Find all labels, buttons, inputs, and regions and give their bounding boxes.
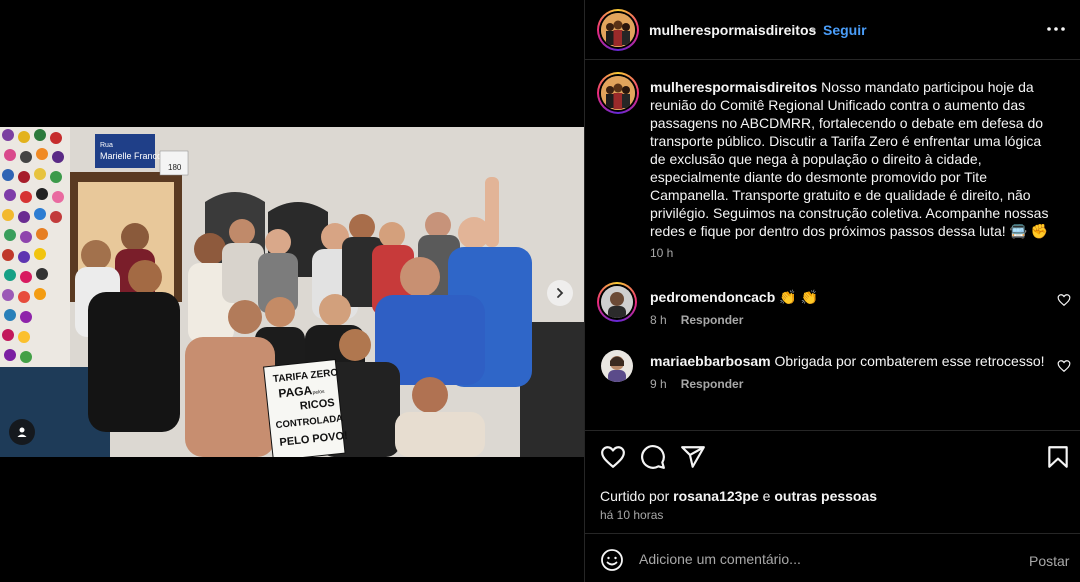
- comment-meta: 8 h Responder: [650, 313, 743, 327]
- author-username[interactable]: mulherespormaisdireitos: [649, 22, 816, 38]
- comment-time[interactable]: 8 h: [650, 313, 667, 327]
- comment-item: pedromendoncacb 👏 👏 8 h Responder: [585, 282, 1080, 342]
- carousel-next-button[interactable]: [547, 280, 573, 306]
- tagged-users-button[interactable]: [9, 419, 35, 445]
- comment-username[interactable]: mariaebbarbosam: [650, 353, 771, 369]
- comment-avatar-image: [601, 350, 633, 382]
- author-avatar-image: [601, 13, 635, 47]
- comment-text: mariaebbarbosam Obrigada por combaterem …: [650, 353, 1045, 369]
- add-comment-bar: Postar: [585, 533, 1080, 582]
- follow-button[interactable]: Seguir: [823, 22, 867, 38]
- post-comment-button[interactable]: Postar: [1029, 553, 1069, 569]
- emoji-icon[interactable]: [600, 548, 624, 572]
- comment-text: pedromendoncacb 👏 👏: [650, 289, 818, 306]
- like-comment-heart-icon[interactable]: [1057, 359, 1071, 373]
- comment-input[interactable]: [639, 548, 1009, 570]
- comment-item: mariaebbarbosam Obrigada por combaterem …: [585, 348, 1080, 408]
- reply-button[interactable]: Responder: [681, 377, 744, 391]
- likes-summary: Curtido por rosana123pe e outras pessoas: [600, 488, 877, 504]
- caption-text: mulherespormaisdireitos Nosso mandato pa…: [650, 78, 1050, 240]
- caption-timestamp[interactable]: 10 h: [650, 246, 673, 260]
- comment-body: 👏 👏: [779, 289, 818, 305]
- user-icon: [17, 427, 27, 437]
- post-photo[interactable]: Rua Marielle Franco 180 TARIFA ZERO PAGA…: [0, 127, 584, 457]
- post-header: mulherespormaisdireitos • Seguir: [585, 0, 1080, 60]
- caption-author-avatar[interactable]: [597, 72, 639, 114]
- like-comment-heart-icon[interactable]: [1057, 293, 1071, 307]
- comment-avatar[interactable]: [597, 282, 637, 322]
- comment-username[interactable]: pedromendoncacb: [650, 289, 775, 305]
- caption-username[interactable]: mulherespormaisdireitos: [650, 79, 817, 95]
- media-pane: Rua Marielle Franco 180 TARIFA ZERO PAGA…: [0, 0, 584, 582]
- likes-connector: e: [762, 488, 771, 504]
- comment-avatar-image: [601, 286, 633, 318]
- post-details-pane: mulherespormaisdireitos • Seguir mulhere…: [584, 0, 1080, 582]
- save-bookmark-icon[interactable]: [1045, 444, 1071, 470]
- comment-body: Obrigada por combaterem esse retrocesso!: [774, 353, 1045, 369]
- street-sign-text: Marielle Franco: [100, 151, 162, 161]
- door-number: 180: [168, 163, 182, 172]
- caption-body: Nosso mandato participou hoje da reunião…: [650, 79, 1049, 239]
- comment-meta: 9 h Responder: [650, 377, 743, 391]
- likes-prefix: Curtido por: [600, 488, 670, 504]
- chevron-right-icon: [557, 288, 564, 298]
- share-paper-plane-icon[interactable]: [680, 444, 706, 470]
- reply-button[interactable]: Responder: [681, 313, 744, 327]
- protest-sign: TARIFA ZERO PAGA pelos RICOS CONTROLADA …: [263, 359, 348, 457]
- comment-time[interactable]: 9 h: [650, 377, 667, 391]
- comment-avatar[interactable]: [601, 350, 633, 382]
- separator-dot: •: [811, 21, 816, 37]
- more-options-icon[interactable]: [1045, 18, 1067, 40]
- like-heart-icon[interactable]: [600, 444, 626, 470]
- comment-bubble-icon[interactable]: [640, 444, 666, 470]
- group-photo-illustration: Rua Marielle Franco 180 TARIFA ZERO PAGA…: [0, 127, 584, 457]
- svg-text:Rua: Rua: [100, 142, 113, 149]
- caption-avatar-image: [601, 76, 635, 110]
- liked-by-user[interactable]: rosana123pe: [673, 488, 759, 504]
- post-actions: Curtido por rosana123pe e outras pessoas…: [585, 430, 1080, 530]
- liked-by-others[interactable]: outras pessoas: [774, 488, 877, 504]
- author-avatar[interactable]: [597, 9, 639, 51]
- post-timestamp[interactable]: há 10 horas: [600, 508, 663, 522]
